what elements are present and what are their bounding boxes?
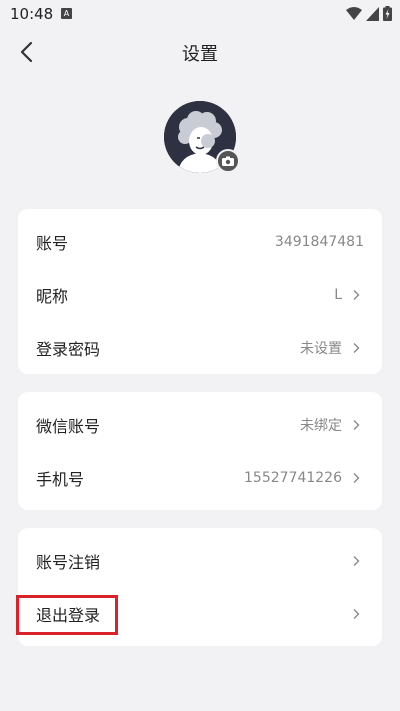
account-label: 账号	[36, 233, 69, 253]
password-value: 未设置	[300, 340, 342, 357]
chevron-right-icon	[353, 419, 360, 430]
nickname-value: L	[334, 286, 342, 303]
account-value: 3491847481	[274, 233, 364, 250]
nickname-label: 昵称	[36, 286, 69, 306]
wechat-row[interactable]: 微信账号 未绑定	[18, 398, 382, 451]
delete-account-label: 账号注销	[36, 552, 101, 572]
chevron-right-icon	[353, 555, 360, 566]
avatar-button[interactable]	[164, 101, 240, 173]
wechat-label: 微信账号	[36, 416, 101, 436]
binding-card: 微信账号 未绑定 手机号 15527741226	[18, 392, 382, 510]
battery-charging-icon	[383, 6, 392, 21]
status-time: 10:48	[10, 5, 54, 23]
nav-bar: 设置	[0, 28, 400, 76]
status-bar: 10:48 A	[0, 0, 400, 28]
delete-account-row[interactable]: 账号注销	[18, 534, 382, 587]
password-row[interactable]: 登录密码 未设置	[18, 321, 382, 374]
signal-icon	[366, 6, 379, 21]
camera-icon	[222, 156, 234, 166]
chevron-right-icon	[353, 472, 360, 483]
phone-label: 手机号	[36, 469, 85, 489]
account-info-card: 账号 3491847481 昵称 L 登录密码 未设置	[18, 209, 382, 374]
nickname-row[interactable]: 昵称 L	[18, 268, 382, 321]
chevron-right-icon	[353, 342, 360, 353]
page-title: 设置	[182, 44, 218, 65]
password-label: 登录密码	[36, 339, 101, 359]
highlight-box	[16, 595, 118, 635]
phone-row[interactable]: 手机号 15527741226	[18, 451, 382, 504]
chevron-right-icon	[353, 289, 360, 300]
camera-badge	[216, 149, 240, 173]
notification-a-icon: A	[61, 8, 72, 19]
wechat-value: 未绑定	[300, 417, 342, 434]
account-row[interactable]: 账号 3491847481	[18, 215, 382, 268]
chevron-right-icon	[353, 608, 360, 619]
wifi-icon	[346, 6, 362, 20]
phone-value: 15527741226	[244, 469, 342, 486]
status-icons	[346, 6, 392, 21]
